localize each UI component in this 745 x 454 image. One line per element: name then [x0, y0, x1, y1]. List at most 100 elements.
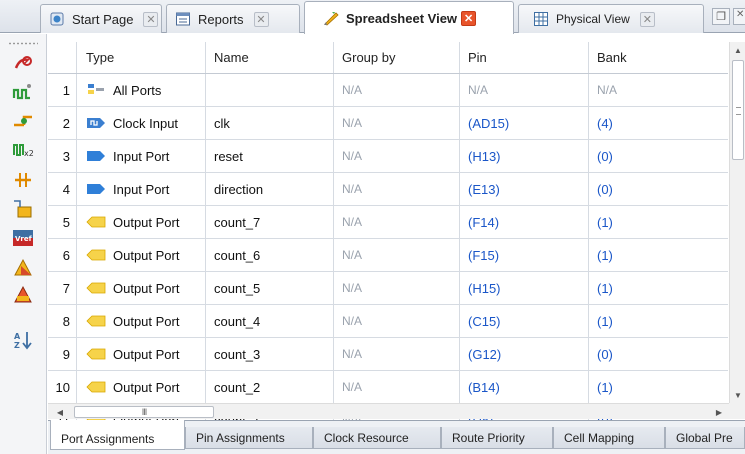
vref-icon[interactable]: Vref	[12, 227, 34, 249]
type-cell[interactable]: Output Port	[77, 272, 206, 304]
bank-cell[interactable]: (0)	[589, 338, 728, 370]
error-tool-icon[interactable]	[12, 283, 34, 305]
name-cell[interactable]: count_5	[206, 272, 334, 304]
type-cell[interactable]: Input Port	[77, 173, 206, 205]
table-row[interactable]: 6 Output Port count_6 N/A (F15) (1)	[48, 239, 728, 272]
name-cell[interactable]: reset	[206, 140, 334, 172]
close-icon[interactable]: ✕	[253, 11, 269, 27]
column-header-name[interactable]: Name	[206, 42, 334, 73]
restore-window-button[interactable]: ❐	[712, 8, 730, 25]
table-row[interactable]: 1 All Ports N/A N/A N/A	[48, 74, 728, 107]
bank-cell[interactable]: (0)	[589, 140, 728, 172]
column-header-group-by[interactable]: Group by	[334, 42, 460, 73]
table-row[interactable]: 7 Output Port count_5 N/A (H15) (1)	[48, 272, 728, 305]
table-row[interactable]: 5 Output Port count_7 N/A (F14) (1)	[48, 206, 728, 239]
close-icon[interactable]: ✕	[461, 10, 477, 26]
group-by-cell[interactable]: N/A	[334, 140, 460, 172]
pin-cell[interactable]: (F14)	[460, 206, 589, 238]
pin-cell[interactable]: (H13)	[460, 140, 589, 172]
row-number[interactable]: 10	[48, 371, 77, 403]
table-row[interactable]: 9 Output Port count_3 N/A (G12) (0)	[48, 338, 728, 371]
row-number[interactable]: 4	[48, 173, 77, 205]
assign-tool-icon[interactable]	[12, 197, 34, 219]
name-cell[interactable]	[206, 74, 334, 106]
row-number[interactable]: 7	[48, 272, 77, 304]
tab-reports[interactable]: Reports ✕	[166, 4, 300, 33]
column-header-rownum[interactable]	[48, 42, 77, 73]
tab-cell-mapping[interactable]: Cell Mapping	[553, 427, 665, 449]
bank-cell[interactable]: (1)	[589, 239, 728, 271]
type-cell[interactable]: Clock Input	[77, 107, 206, 139]
name-cell[interactable]: count_3	[206, 338, 334, 370]
row-number[interactable]: 1	[48, 74, 77, 106]
warning-tool-icon[interactable]	[12, 256, 34, 278]
type-cell[interactable]: Input Port	[77, 140, 206, 172]
group-by-cell[interactable]: N/A	[334, 173, 460, 205]
pin-cell[interactable]: (B14)	[460, 371, 589, 403]
type-cell[interactable]: Output Port	[77, 305, 206, 337]
column-header-type[interactable]: Type	[77, 42, 206, 73]
scroll-down-icon[interactable]: ▼	[730, 387, 745, 403]
group-by-cell[interactable]: N/A	[334, 107, 460, 139]
scroll-up-icon[interactable]: ▲	[730, 42, 745, 58]
bank-cell[interactable]: (4)	[589, 107, 728, 139]
pin-cell[interactable]: (AD15)	[460, 107, 589, 139]
table-row[interactable]: 10 Output Port count_2 N/A (B14) (1)	[48, 371, 728, 404]
pin-cell[interactable]: (G12)	[460, 338, 589, 370]
pin-cell[interactable]: (E13)	[460, 173, 589, 205]
group-by-cell[interactable]: N/A	[334, 206, 460, 238]
group-by-cell[interactable]: N/A	[334, 272, 460, 304]
table-row[interactable]: 4 Input Port direction N/A (E13) (0)	[48, 173, 728, 206]
clock-tool-icon[interactable]	[12, 81, 34, 103]
vertical-scrollbar[interactable]: ▲ ▼	[729, 42, 745, 403]
bank-cell[interactable]: (1)	[589, 272, 728, 304]
type-cell[interactable]: Output Port	[77, 338, 206, 370]
bank-cell[interactable]: N/A	[589, 74, 728, 106]
type-cell[interactable]: All Ports	[77, 74, 206, 106]
bank-cell[interactable]: (0)	[589, 173, 728, 205]
name-cell[interactable]: direction	[206, 173, 334, 205]
bank-cell[interactable]: (1)	[589, 206, 728, 238]
row-number[interactable]: 5	[48, 206, 77, 238]
column-header-bank[interactable]: Bank	[589, 42, 728, 73]
bus-tool-icon[interactable]: x2	[12, 138, 34, 160]
group-by-cell[interactable]: N/A	[334, 305, 460, 337]
close-icon[interactable]: ✕	[143, 11, 159, 27]
tab-port-assignments[interactable]: Port Assignments	[50, 420, 185, 450]
name-cell[interactable]: count_2	[206, 371, 334, 403]
row-number[interactable]: 8	[48, 305, 77, 337]
row-number[interactable]: 9	[48, 338, 77, 370]
group-by-cell[interactable]: N/A	[334, 74, 460, 106]
pin-cell[interactable]: (C15)	[460, 305, 589, 337]
port-tool-icon[interactable]	[12, 109, 34, 131]
type-cell[interactable]: Output Port	[77, 371, 206, 403]
tab-start-page[interactable]: Start Page ✕	[40, 4, 162, 33]
bank-cell[interactable]: (1)	[589, 305, 728, 337]
tab-global-preferences[interactable]: Global Pre	[665, 427, 745, 449]
group-by-cell[interactable]: N/A	[334, 371, 460, 403]
row-number[interactable]: 3	[48, 140, 77, 172]
close-icon[interactable]: ✕	[639, 11, 655, 27]
horizontal-scroll-thumb[interactable]: III	[74, 406, 214, 418]
pin-tool-icon[interactable]	[12, 167, 34, 189]
no-connect-icon[interactable]	[12, 52, 34, 74]
column-header-pin[interactable]: Pin	[460, 42, 589, 73]
name-cell[interactable]: count_6	[206, 239, 334, 271]
group-by-cell[interactable]: N/A	[334, 239, 460, 271]
pin-cell[interactable]: (H15)	[460, 272, 589, 304]
name-cell[interactable]: count_7	[206, 206, 334, 238]
tab-physical-view[interactable]: Physical View ✕	[518, 4, 704, 33]
horizontal-scrollbar[interactable]: ◀ III ▶	[48, 403, 729, 419]
name-cell[interactable]: clk	[206, 107, 334, 139]
type-cell[interactable]: Output Port	[77, 239, 206, 271]
scroll-right-icon[interactable]: ▶	[711, 404, 727, 420]
tab-pin-assignments[interactable]: Pin Assignments	[185, 427, 313, 449]
tab-route-priority[interactable]: Route Priority	[441, 427, 553, 449]
row-number[interactable]: 6	[48, 239, 77, 271]
bank-cell[interactable]: (1)	[589, 371, 728, 403]
table-row[interactable]: 2 Clock Input clk N/A (AD15) (4)	[48, 107, 728, 140]
group-by-cell[interactable]: N/A	[334, 338, 460, 370]
pin-cell[interactable]: N/A	[460, 74, 589, 106]
table-row[interactable]: 3 Input Port reset N/A (H13) (0)	[48, 140, 728, 173]
close-panel-button[interactable]: ✕	[733, 8, 745, 25]
